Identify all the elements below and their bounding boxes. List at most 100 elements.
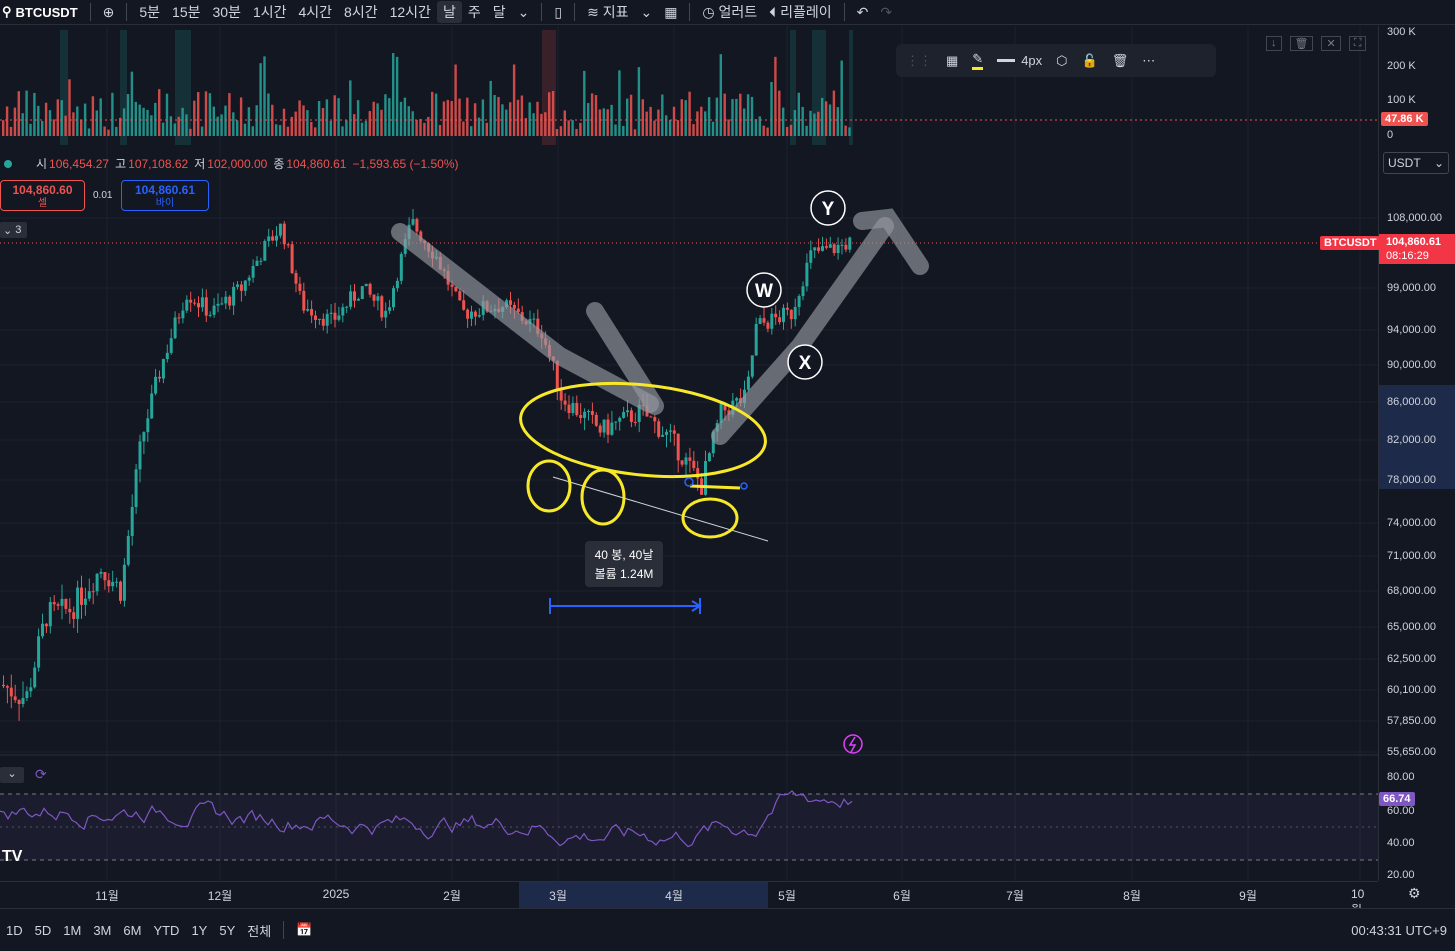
candle-body — [567, 404, 571, 413]
interval-5m[interactable]: 5분 — [133, 1, 166, 23]
volume-bar — [134, 101, 137, 136]
maximize-icon[interactable]: ⛶ — [1348, 36, 1367, 51]
candle-body — [368, 283, 372, 295]
stroke-drawing[interactable] — [689, 484, 741, 490]
rsi-collapse-button[interactable]: ⌄ — [0, 767, 24, 783]
candle-body — [91, 591, 95, 593]
range-1m[interactable]: 1M — [57, 919, 87, 941]
interval-30m[interactable]: 30분 — [207, 1, 247, 23]
price-tick: 60,100.00 — [1387, 684, 1436, 696]
range-all[interactable]: 전체 — [241, 919, 277, 941]
circle-drawing[interactable] — [580, 468, 626, 526]
candle-body — [158, 376, 161, 379]
volume-bar — [446, 99, 449, 136]
price-axis[interactable]: 300 K 200 K 100 K 47.86 K 0 USDT ⌄ 108,00… — [1378, 26, 1455, 881]
candle-body — [661, 434, 665, 437]
rewind-icon: ⏴ — [769, 3, 781, 20]
volume-bar — [56, 99, 59, 136]
range-3m[interactable]: 3M — [87, 919, 117, 941]
settings-icon[interactable]: ⬡ — [1056, 53, 1067, 69]
chevron-down-icon[interactable]: ⌄ — [634, 1, 658, 23]
move-down-icon[interactable]: ↓ — [1266, 36, 1282, 51]
trash-icon[interactable]: 🗑 — [1112, 53, 1129, 69]
volume-bar — [782, 107, 785, 136]
drag-handle-icon[interactable]: ⋮⋮ — [906, 53, 932, 69]
volume-bar — [509, 102, 512, 136]
up-arrow-drawing[interactable] — [711, 217, 894, 445]
collapse-icon[interactable]: ✕ — [1321, 36, 1341, 51]
circle-drawing[interactable] — [526, 459, 572, 513]
candle-style-icon[interactable]: ▯ — [548, 1, 568, 23]
sell-button[interactable]: 104,860.60 셀 — [0, 180, 85, 211]
interval-4h[interactable]: 4시간 — [293, 1, 339, 23]
range-5y[interactable]: 5Y — [213, 919, 241, 941]
rsi-refresh-icon[interactable]: ⟳ — [35, 766, 47, 783]
interval-1h[interactable]: 1시간 — [247, 1, 293, 23]
price-tick: 99,000.00 — [1387, 282, 1436, 294]
interval-week[interactable]: 주 — [462, 1, 487, 23]
anchor-handle[interactable] — [740, 482, 748, 490]
candle-body — [126, 535, 130, 565]
anchor-handle[interactable] — [684, 477, 694, 487]
candle-body — [801, 286, 805, 297]
legend-dot-icon[interactable] — [4, 159, 12, 168]
interval-8h[interactable]: 8시간 — [338, 1, 384, 23]
undo-icon[interactable]: ↶ — [851, 1, 875, 23]
templates-icon[interactable]: ▦ — [946, 53, 958, 69]
volume-bar — [462, 121, 465, 136]
volume-bar — [317, 101, 321, 136]
compare-add-button[interactable]: ⊕ — [97, 1, 121, 23]
go-to-date-icon[interactable]: 📅 — [290, 919, 318, 941]
volume-bar — [661, 94, 664, 136]
down-arrow-drawing[interactable] — [391, 223, 659, 413]
range-6m[interactable]: 6M — [117, 919, 147, 941]
range-1y[interactable]: 1Y — [185, 919, 213, 941]
range-5d[interactable]: 5D — [29, 919, 58, 941]
candle-body — [778, 317, 782, 323]
volume-bar — [505, 109, 508, 136]
candle-body — [813, 247, 817, 251]
pencil-color-icon[interactable]: ✎ — [972, 51, 984, 70]
volume-bar — [17, 91, 20, 136]
delete-pane-icon[interactable]: 🗑 — [1289, 36, 1314, 51]
volume-bar — [540, 113, 543, 136]
line-width-button[interactable]: 4px — [997, 53, 1042, 68]
range-1d[interactable]: 1D — [0, 919, 29, 941]
redo-icon[interactable]: ↷ — [874, 1, 898, 23]
candle-body — [618, 417, 622, 422]
candle-body — [220, 303, 224, 305]
chart-settings-icon[interactable]: ⚙ — [1408, 885, 1421, 902]
volume-bar — [411, 111, 414, 136]
interval-day[interactable]: 날 — [436, 1, 462, 23]
time-tick: 2025 — [322, 887, 350, 901]
interval-12h[interactable]: 12시간 — [384, 1, 437, 23]
sell-price: 104,860.60 — [12, 183, 73, 197]
volume-bar — [407, 106, 410, 136]
volume-bar — [840, 60, 843, 136]
candle-body — [228, 296, 232, 306]
lock-icon[interactable]: 🔓 — [1082, 53, 1098, 69]
chevron-down-icon[interactable]: ⌄ — [512, 1, 536, 23]
divider — [283, 921, 285, 939]
alert-button[interactable]: ◷ 얼러트 — [696, 1, 763, 23]
interval-month[interactable]: 달 — [487, 1, 512, 23]
clock-timezone[interactable]: 00:43:31 UTC+9 — [1351, 923, 1455, 938]
indicators-button[interactable]: ≋ 지표 — [581, 1, 634, 23]
interval-15m[interactable]: 15분 — [166, 1, 206, 23]
more-icon[interactable]: ⋯ — [1142, 53, 1155, 69]
event-lightning-icon[interactable] — [843, 734, 863, 754]
symbol-search[interactable]: ⚲ BTCUSDT — [0, 4, 84, 20]
collapse-indicators-button[interactable]: ⌄ 3 — [0, 222, 27, 238]
volume-bar — [25, 90, 28, 136]
candle-body — [60, 598, 64, 606]
currency-select[interactable]: USDT ⌄ — [1383, 152, 1449, 174]
candle-body — [150, 393, 154, 419]
candle-body — [181, 310, 185, 319]
replay-button[interactable]: ⏴ 리플레이 — [763, 1, 837, 23]
layout-grid-icon[interactable]: ▦ — [658, 1, 683, 23]
candle-body — [376, 296, 380, 301]
buy-button[interactable]: 104,860.61 바이 — [121, 180, 209, 211]
range-ytd[interactable]: YTD — [147, 919, 185, 941]
chart-canvas[interactable]: 40 봉, 40날 볼륨 1.24M W X Y 시 106,454.27 고 10… — [0, 26, 1378, 881]
time-axis[interactable]: 11월 12월 2025 2월 3월 4월 5월 6월 7월 8월 9월 10월 — [0, 881, 1378, 917]
